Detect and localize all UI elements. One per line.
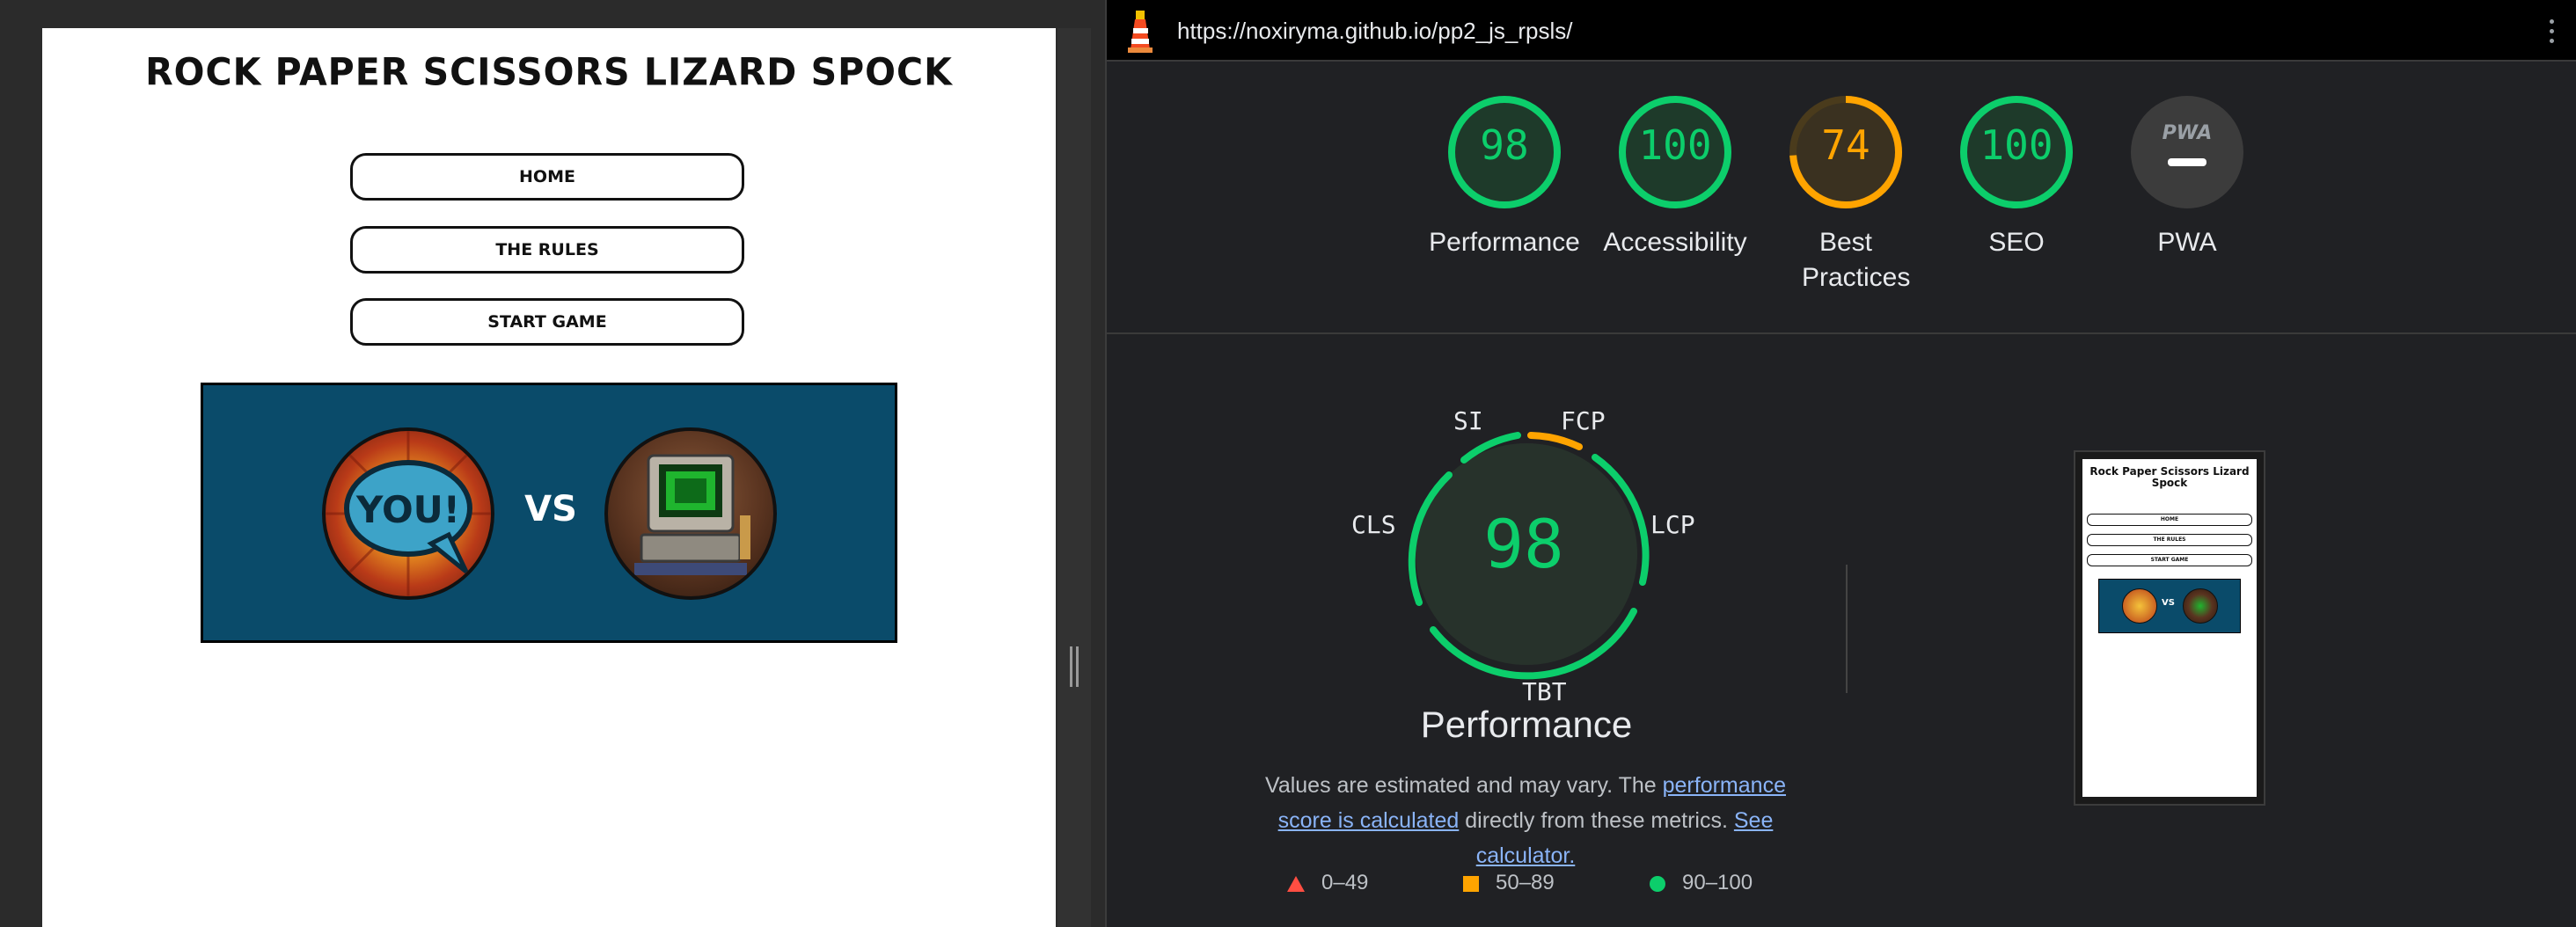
pwa-label: PWA <box>2157 228 2217 257</box>
circle-icon <box>1650 875 1665 892</box>
thumbnail-start-button: START GAME <box>2087 554 2252 566</box>
gauge-score: 74 <box>1821 121 1870 169</box>
square-icon <box>1463 875 1479 892</box>
legend-range: 90–100 <box>1682 871 1753 894</box>
best-practices-label: Best Practices <box>1802 228 1911 292</box>
pane-divider <box>1057 28 1091 927</box>
game-banner: YOU! VS <box>201 383 897 643</box>
accessibility-gauge[interactable]: 100 <box>1618 95 1732 209</box>
thumbnail-vs-label: VS <box>2162 598 2175 608</box>
gauge-score: 100 <box>1980 121 2053 169</box>
svg-text:PWA: PWA <box>2163 122 2213 144</box>
more-menu-icon[interactable] <box>2550 19 2555 46</box>
player-avatar: YOU! <box>322 427 494 600</box>
performance-score: 98 <box>1483 505 1564 583</box>
metric-lcp: LCP <box>1650 510 1695 539</box>
triangle-icon <box>1287 875 1305 892</box>
accessibility-label: Accessibility <box>1603 228 1747 257</box>
legend-range: 50–89 <box>1496 871 1555 894</box>
lighthouse-panel: https://noxiryma.github.io/pp2_js_rpsls/… <box>1105 0 2576 927</box>
legend-average: 50–89 <box>1462 871 1555 895</box>
site-title: Rock Paper Scissors Lizard Spock <box>145 49 953 95</box>
vertical-divider <box>1846 565 1848 693</box>
pwa-badge-icon: PWA <box>2131 96 2243 208</box>
vs-label: VS <box>524 489 577 529</box>
legend-fail: 0–49 <box>1286 871 1368 895</box>
performance-gauge[interactable]: 98 <box>1447 95 1562 209</box>
metric-fcp: FCP <box>1561 406 1606 435</box>
report-topbar: https://noxiryma.github.io/pp2_js_rpsls/ <box>1107 0 2576 62</box>
home-button[interactable]: HOME <box>350 153 744 201</box>
metric-cls: CLS <box>1351 510 1396 539</box>
site-page: Rock Paper Scissors Lizard Spock HOME TH… <box>42 28 1056 927</box>
svg-text:YOU!: YOU! <box>355 488 460 531</box>
best-practices-gauge[interactable]: 74 <box>1789 95 1903 209</box>
thumbnail-title: Rock Paper Scissors Lizard Spock <box>2089 465 2250 489</box>
note-text: directly from these metrics. <box>1459 808 1734 833</box>
thumbnail-rules-button: THE RULES <box>2087 534 2252 546</box>
lighthouse-logo-icon <box>1128 11 1153 53</box>
start-game-button[interactable]: START GAME <box>350 298 744 346</box>
resize-handle[interactable] <box>1070 646 1079 687</box>
gauge-score: 100 <box>1638 121 1712 169</box>
performance-title: Performance <box>1420 704 1633 745</box>
thumbnail-page: Rock Paper Scissors Lizard Spock HOME TH… <box>2082 459 2257 797</box>
note-text: Values are estimated and may vary. The <box>1265 773 1663 798</box>
section-divider <box>1107 332 2576 334</box>
performance-label: Performance <box>1429 228 1580 257</box>
thumbnail-banner: VS <box>2098 579 2241 633</box>
metric-si: SI <box>1453 406 1483 435</box>
page-screenshot-thumbnail[interactable]: Rock Paper Scissors Lizard Spock HOME TH… <box>2074 450 2265 806</box>
seo-label: SEO <box>1988 228 2045 257</box>
legend-range: 0–49 <box>1321 871 1369 894</box>
metric-tbt: TBT <box>1522 677 1567 706</box>
thumbnail-home-button: HOME <box>2087 514 2252 526</box>
pwa-gauge[interactable]: PWA <box>2130 95 2244 209</box>
speech-bubble-icon: YOU! <box>326 431 491 596</box>
computer-icon <box>634 454 750 575</box>
gauge-score: 98 <box>1480 121 1529 169</box>
legend-pass: 90–100 <box>1649 871 1753 895</box>
rules-button[interactable]: THE RULES <box>350 226 744 274</box>
thumbnail-player-avatar <box>2122 588 2157 624</box>
site-viewport: Rock Paper Scissors Lizard Spock HOME TH… <box>0 0 1091 927</box>
computer-avatar <box>604 427 777 600</box>
performance-note: Values are estimated and may vary. The p… <box>1235 768 1816 873</box>
seo-gauge[interactable]: 100 <box>1959 95 2074 209</box>
report-url[interactable]: https://noxiryma.github.io/pp2_js_rpsls/ <box>1177 18 1572 45</box>
thumbnail-computer-avatar <box>2183 588 2218 624</box>
